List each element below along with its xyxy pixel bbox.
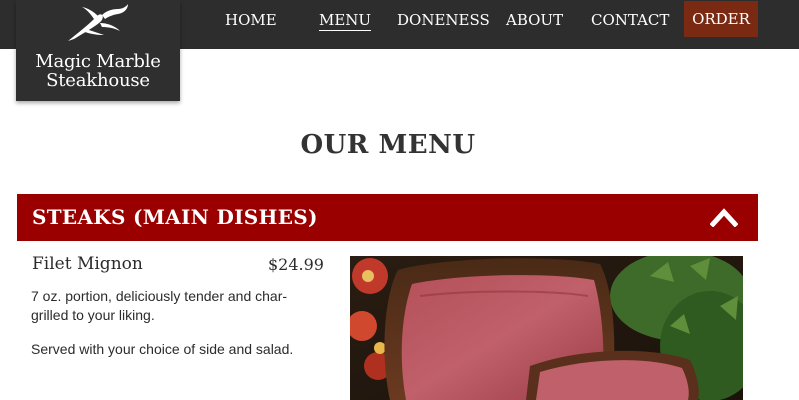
item-name: Filet Mignon — [32, 254, 143, 274]
item-description: 7 oz. portion, deliciously tender and ch… — [31, 288, 288, 323]
nav-contact[interactable]: CONTACT — [591, 0, 669, 40]
filet-mignon-photo — [350, 256, 743, 400]
item-price: $24.99 — [268, 255, 324, 274]
page-title: OUR MENU — [300, 130, 476, 160]
nav-order-button[interactable]: ORDER — [684, 1, 758, 37]
item-served-note: Served with your choice of side and sala… — [31, 341, 294, 357]
nav-menu[interactable]: MENU — [319, 0, 372, 40]
top-navigation-bar: Magic Marble Steakhouse HOME MENU DONENE… — [0, 0, 799, 101]
steak-photo — [350, 256, 743, 400]
section-title: STEAKS (MAIN DISHES) — [32, 205, 318, 229]
brand-logo[interactable]: Magic Marble Steakhouse — [16, 0, 180, 101]
nav-doneness[interactable]: DONENESS — [397, 0, 490, 40]
brand-name-line2: Steakhouse — [46, 70, 150, 91]
chevron-up-icon[interactable] — [710, 207, 738, 227]
nav-home[interactable]: HOME — [225, 0, 277, 40]
steaks-section-header[interactable]: STEAKS (MAIN DISHES) — [17, 194, 758, 241]
bull-horns-icon — [68, 4, 128, 42]
brand-name-line1: Magic Marble — [35, 51, 161, 72]
nav-about[interactable]: ABOUT — [506, 0, 563, 40]
